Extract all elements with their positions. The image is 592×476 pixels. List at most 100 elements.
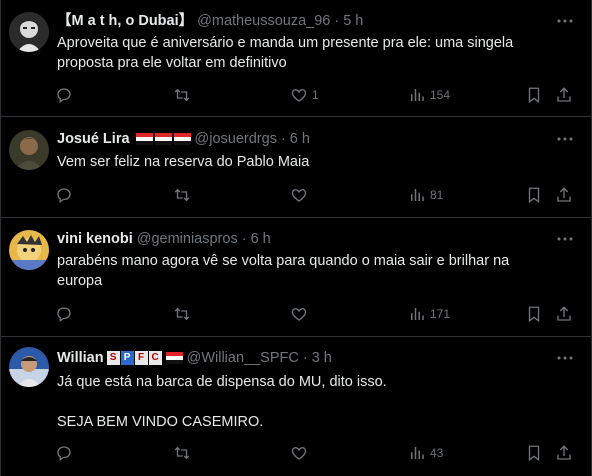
- reply-feed: 【M a t h, o Dubai】 @matheussouza_96 · 5 …: [0, 0, 592, 476]
- share-icon: [557, 87, 571, 102]
- share-button[interactable]: [555, 303, 573, 325]
- flag-emoji: [134, 133, 191, 145]
- more-icon[interactable]: [557, 231, 573, 247]
- user-handle[interactable]: @matheussouza_96: [197, 12, 330, 30]
- team-badge: S P F C: [106, 351, 163, 365]
- tweet-text-line: europa: [57, 273, 103, 289]
- like-count: 1: [312, 88, 319, 102]
- tweet-text-line: parabéns mano agora vê se volta para qua…: [57, 253, 510, 269]
- reply-icon: [57, 188, 71, 204]
- retweet-icon: [174, 188, 190, 202]
- tweet-text-line: SEJA BEM VINDO CASEMIRO.: [57, 414, 264, 430]
- reply-button[interactable]: [55, 442, 73, 464]
- tweet-header: vini kenobi @geminiaspros · 6 h: [57, 230, 271, 248]
- timestamp[interactable]: 5 h: [343, 12, 363, 30]
- display-name[interactable]: 【M a t h, o Dubai】: [57, 12, 193, 30]
- retweet-button[interactable]: [173, 184, 191, 206]
- flag-emoji: [165, 352, 183, 364]
- avatar[interactable]: [9, 12, 49, 52]
- views-button[interactable]: 81: [408, 184, 443, 206]
- tweet[interactable]: Josué Lira @josuerdrgs · 6 h Vem ser fel…: [1, 117, 591, 218]
- display-name[interactable]: Josué Lira: [57, 130, 130, 148]
- tweet-text-line: proposta pra ele voltar em definitivo: [57, 55, 287, 71]
- views-button[interactable]: 43: [408, 442, 443, 464]
- bookmark-button[interactable]: [525, 184, 543, 206]
- action-bar: 171: [53, 303, 583, 325]
- tweet-text-line: Vem ser feliz na reserva do Pablo Maia: [57, 154, 310, 170]
- retweet-button[interactable]: [173, 84, 191, 106]
- bookmark-button[interactable]: [525, 84, 543, 106]
- share-icon: [557, 187, 571, 202]
- like-button[interactable]: [290, 303, 308, 325]
- bookmark-button[interactable]: [525, 303, 543, 325]
- tweet[interactable]: Willian S P F C @Willian__SPFC · 3 h Já …: [1, 337, 591, 476]
- bookmark-icon: [528, 306, 540, 323]
- team-badge-letter: P: [120, 351, 134, 365]
- retweet-button[interactable]: [173, 303, 191, 325]
- share-button[interactable]: [555, 84, 573, 106]
- reply-icon: [57, 307, 71, 323]
- separator: ·: [241, 231, 247, 247]
- tweet-text-line: [57, 392, 577, 412]
- bookmark-icon: [528, 187, 540, 204]
- retweet-icon: [174, 307, 190, 321]
- views-button[interactable]: 154: [408, 84, 450, 106]
- action-bar: 1 154: [53, 84, 583, 106]
- reply-button[interactable]: [55, 303, 73, 325]
- tweet-header: 【M a t h, o Dubai】 @matheussouza_96 · 5 …: [57, 12, 363, 30]
- user-handle[interactable]: @geminiaspros: [137, 230, 238, 248]
- view-count: 154: [430, 88, 451, 102]
- more-icon[interactable]: [557, 13, 573, 29]
- share-button[interactable]: [555, 442, 573, 464]
- reply-button[interactable]: [55, 184, 73, 206]
- view-count: 43: [430, 446, 444, 460]
- tweet-text: parabéns mano agora vê se volta para qua…: [57, 251, 577, 291]
- tweet-text: Vem ser feliz na reserva do Pablo Maia: [57, 152, 577, 172]
- view-count: 171: [430, 307, 451, 321]
- timestamp[interactable]: 6 h: [251, 230, 271, 248]
- reply-button[interactable]: [55, 84, 73, 106]
- retweet-icon: [174, 88, 190, 102]
- user-handle[interactable]: @Willian__SPFC: [187, 349, 299, 367]
- reply-icon: [57, 88, 71, 104]
- like-icon: [291, 189, 307, 202]
- tweet[interactable]: 【M a t h, o Dubai】 @matheussouza_96 · 5 …: [1, 0, 591, 117]
- tweet-text-line: Já que está na barca de dispensa do MU, …: [57, 374, 387, 390]
- display-name[interactable]: vini kenobi: [57, 230, 133, 248]
- avatar[interactable]: [9, 230, 49, 270]
- avatar[interactable]: [9, 347, 49, 387]
- views-icon: [411, 189, 424, 201]
- tweet-header: Willian S P F C @Willian__SPFC · 3 h: [57, 349, 332, 367]
- separator: ·: [302, 350, 308, 366]
- timestamp[interactable]: 6 h: [290, 130, 310, 148]
- action-bar: 81: [53, 184, 583, 206]
- tweet-text: Já que está na barca de dispensa do MU, …: [57, 372, 577, 432]
- more-icon[interactable]: [557, 131, 573, 147]
- user-handle[interactable]: @josuerdrgs: [195, 130, 277, 148]
- separator: ·: [280, 131, 286, 147]
- team-badge-letter: S: [106, 351, 120, 365]
- like-button[interactable]: [290, 442, 308, 464]
- tweet[interactable]: vini kenobi @geminiaspros · 6 h parabéns…: [1, 218, 591, 337]
- timestamp[interactable]: 3 h: [312, 349, 332, 367]
- retweet-button[interactable]: [173, 442, 191, 464]
- more-icon[interactable]: [557, 350, 573, 366]
- action-bar: 43: [53, 442, 583, 464]
- separator: ·: [334, 13, 340, 29]
- avatar[interactable]: [9, 130, 49, 170]
- bookmark-icon: [528, 445, 540, 462]
- tweet-header: Josué Lira @josuerdrgs · 6 h: [57, 130, 310, 148]
- like-button[interactable]: [290, 184, 308, 206]
- views-button[interactable]: 171: [408, 303, 450, 325]
- like-icon: [291, 447, 307, 460]
- reply-icon: [57, 446, 71, 462]
- share-button[interactable]: [555, 184, 573, 206]
- views-icon: [411, 447, 424, 459]
- retweet-icon: [174, 446, 190, 460]
- display-name[interactable]: Willian: [57, 349, 104, 367]
- views-icon: [411, 308, 424, 320]
- bookmark-icon: [528, 87, 540, 104]
- share-icon: [557, 306, 571, 321]
- like-button[interactable]: 1: [290, 84, 319, 106]
- bookmark-button[interactable]: [525, 442, 543, 464]
